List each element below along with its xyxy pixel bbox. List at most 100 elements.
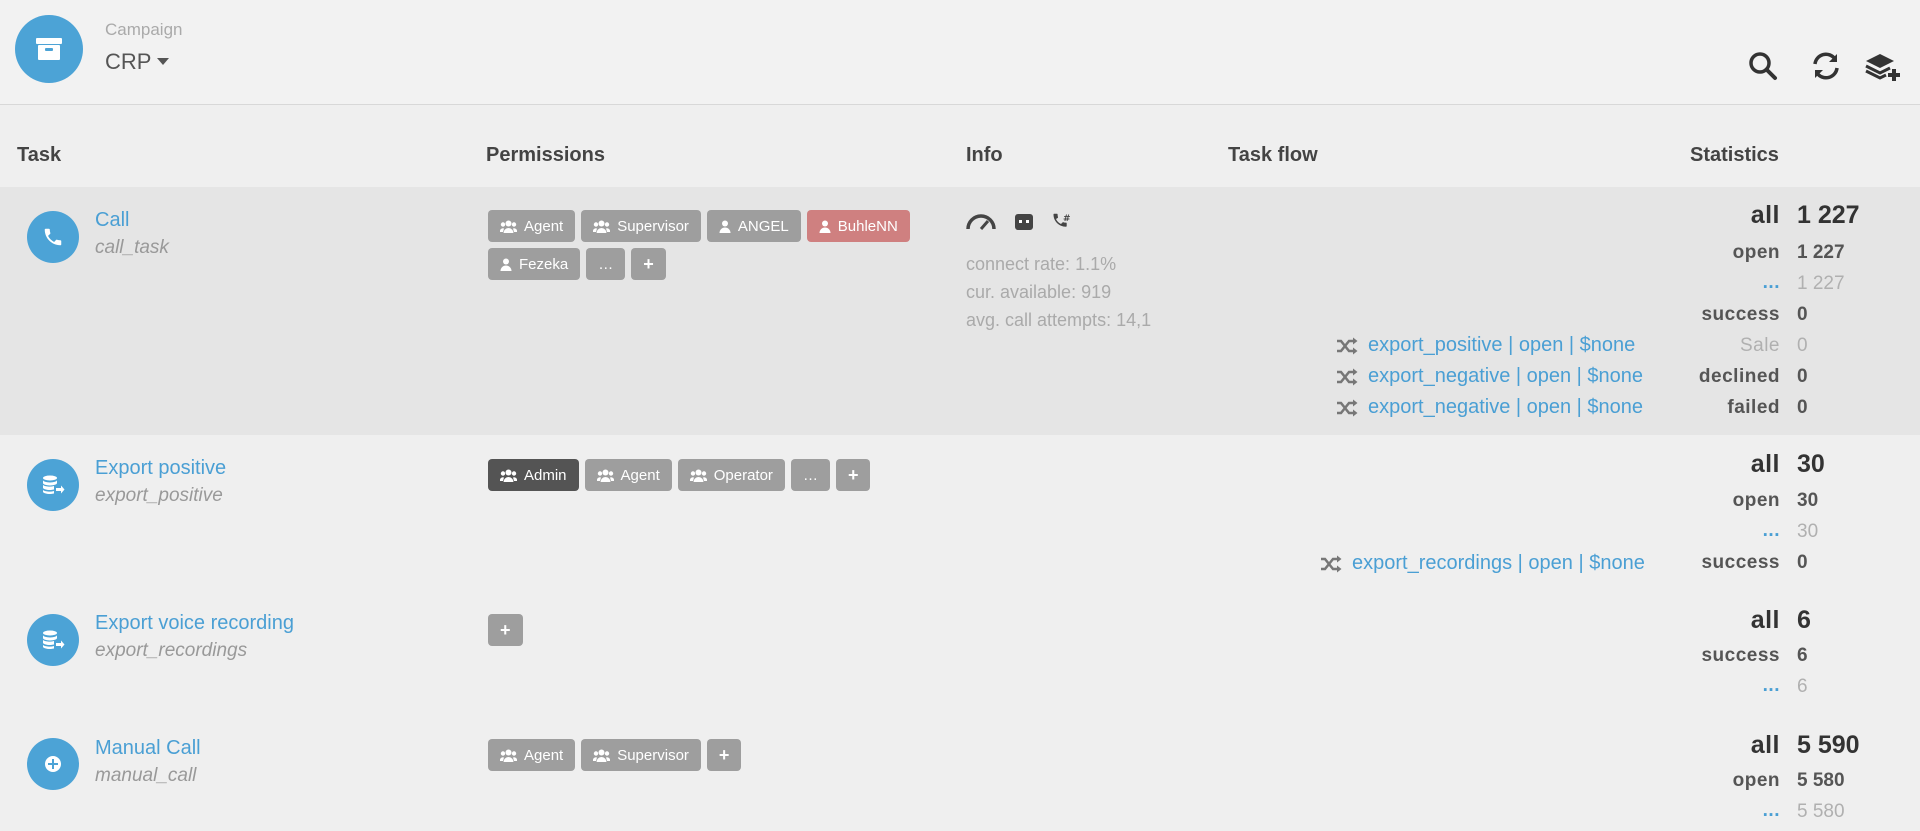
top-bar: Campaign CRP: [0, 0, 1920, 105]
refresh-icon[interactable]: [1810, 50, 1842, 82]
stat-value: 5 580: [1797, 801, 1845, 822]
stat-value: 5 590: [1797, 731, 1860, 759]
permission-user-fezeka[interactable]: Fezeka: [488, 248, 581, 280]
task-name[interactable]: Call: [95, 209, 129, 232]
stat-value: 30: [1797, 521, 1819, 542]
task-flow-link[interactable]: export_recordings | open | $none: [1320, 552, 1645, 575]
permission-group-supervisor[interactable]: Supervisor: [581, 739, 701, 771]
permission-group-operator[interactable]: Operator: [677, 459, 785, 491]
campaign-dropdown[interactable]: CRP: [105, 49, 170, 75]
task-id: call_task: [95, 237, 169, 258]
stat-label: all: [1750, 201, 1780, 229]
permission-group-admin[interactable]: Admin: [488, 459, 579, 491]
stat-label: failed: [1727, 397, 1780, 418]
permission-user-buhlenn[interactable]: BuhleNN: [806, 210, 910, 242]
shuffle-icon: [1337, 337, 1358, 354]
stat-expand-button[interactable]: ...: [1763, 675, 1780, 697]
svg-text:#: #: [1063, 214, 1071, 224]
stat-value: 30: [1797, 490, 1819, 511]
search-icon[interactable]: [1747, 50, 1779, 82]
permission-group-agent[interactable]: Agent: [584, 459, 672, 491]
stat-value: 0: [1797, 304, 1808, 325]
plus-circle-icon: [27, 738, 79, 790]
task-flow-link[interactable]: export_negative | open | $none: [1336, 396, 1643, 419]
archive-icon: [15, 15, 83, 83]
permission-group-agent[interactable]: Agent: [488, 210, 576, 242]
task-flow-link[interactable]: export_negative | open | $none: [1336, 365, 1643, 388]
task-name[interactable]: Export positive: [95, 457, 226, 480]
stat-value: 0: [1797, 552, 1808, 573]
column-header-task-flow: Task flow: [1228, 144, 1318, 166]
stat-label: success: [1701, 552, 1780, 573]
task-name[interactable]: Manual Call: [95, 737, 201, 760]
stat-value: 1 227: [1797, 273, 1845, 294]
user-icon: [819, 220, 831, 233]
users-icon: [689, 469, 707, 482]
task-id: export_positive: [95, 485, 223, 506]
stat-expand-button[interactable]: ...: [1763, 272, 1780, 294]
stat-value: 6: [1797, 606, 1811, 634]
task-row-export-positive: Export positive export_positive Admin Ag…: [0, 435, 1920, 600]
stat-value: 6: [1797, 676, 1808, 697]
users-icon: [500, 749, 517, 762]
campaign-label: Campaign: [105, 20, 183, 39]
shuffle-icon: [1321, 555, 1342, 572]
stat-value: 30: [1797, 450, 1825, 478]
column-header-task: Task: [17, 144, 62, 166]
stat-value: 0: [1797, 397, 1808, 418]
stat-value: 6: [1797, 645, 1808, 666]
info-available: cur. available: 919: [966, 282, 1112, 302]
robot-icon: [1015, 214, 1033, 230]
permission-more-button[interactable]: …: [790, 459, 830, 491]
task-id: manual_call: [95, 765, 197, 786]
task-name[interactable]: Export voice recording: [95, 612, 294, 635]
user-icon: [719, 220, 731, 233]
permission-group-supervisor[interactable]: Supervisor: [581, 210, 701, 242]
stat-value: 5 580: [1797, 770, 1845, 791]
stat-label: success: [1701, 304, 1780, 325]
task-row-call: Call call_task Agent Supervisor ANGEL Bu…: [0, 187, 1920, 435]
database-export-icon: [27, 459, 79, 511]
stat-label: Sale: [1739, 335, 1780, 356]
column-header-statistics: Statistics: [1690, 144, 1779, 166]
permission-add-button[interactable]: +: [835, 459, 871, 491]
task-flow-link[interactable]: export_positive | open | $none: [1336, 334, 1635, 357]
stat-value: 0: [1797, 335, 1808, 356]
caret-down-icon: [157, 58, 170, 65]
info-icons: #: [966, 212, 1072, 232]
shuffle-icon: [1337, 368, 1358, 385]
stat-value: 1 227: [1797, 201, 1860, 229]
campaign-value: CRP: [105, 49, 152, 74]
stat-label: all: [1750, 731, 1780, 759]
permission-add-button[interactable]: +: [706, 739, 742, 771]
shuffle-icon: [1337, 399, 1358, 416]
column-header-info: Info: [966, 144, 1003, 166]
permission-user-angel[interactable]: ANGEL: [706, 210, 801, 242]
database-export-icon: [27, 614, 79, 666]
stat-value: 0: [1797, 366, 1808, 387]
permission-more-button[interactable]: …: [586, 248, 626, 280]
permissions-list: +: [488, 614, 928, 646]
users-icon: [593, 220, 611, 233]
info-connect-rate: connect rate: 1.1%: [966, 254, 1117, 274]
stat-label: open: [1732, 490, 1780, 511]
stat-expand-button[interactable]: ...: [1763, 520, 1780, 542]
users-icon: [500, 220, 517, 233]
stat-label: open: [1732, 770, 1780, 791]
task-row-manual-call: Manual Call manual_call Agent Supervisor…: [0, 725, 1920, 831]
users-icon: [500, 469, 517, 482]
permissions-list: Agent Supervisor ANGEL BuhleNN Fezeka … …: [488, 210, 928, 280]
permission-add-button[interactable]: +: [631, 248, 666, 280]
permission-add-button[interactable]: +: [488, 614, 523, 646]
gauge-icon: [966, 214, 996, 230]
stat-label: all: [1750, 606, 1780, 634]
permissions-list: Agent Supervisor +: [488, 739, 928, 771]
stat-label: declined: [1698, 366, 1780, 387]
users-icon: [593, 749, 611, 762]
task-row-export-recordings: Export voice recording export_recordings…: [0, 600, 1920, 725]
add-layer-icon[interactable]: [1864, 50, 1902, 82]
user-icon: [500, 258, 512, 271]
permission-group-agent[interactable]: Agent: [488, 739, 576, 771]
stat-expand-button[interactable]: ...: [1763, 800, 1780, 822]
stat-label: success: [1701, 645, 1780, 666]
